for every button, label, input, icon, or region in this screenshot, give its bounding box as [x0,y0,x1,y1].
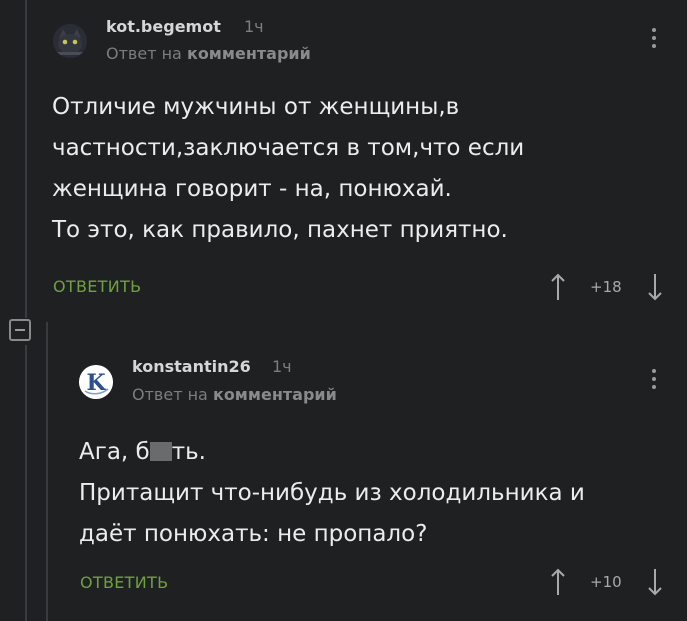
comment-text-line: Отличие мужчины от женщины,в [52,94,460,120]
comment-text-line: Притащит что-нибудь из холодильника и [79,480,585,506]
censored-block [149,442,172,461]
comment-author[interactable]: kot.begemot [106,17,221,36]
comment-rating: +10 [590,573,622,591]
reply-to-line[interactable]: Ответ на комментарий [132,385,337,404]
comment-time: 1ч [244,17,264,36]
comment-rating: +18 [590,278,622,296]
reply-to-line[interactable]: Ответ на комментарий [106,44,311,63]
comment-text-line: даёт понюхать: не пропало? [79,521,428,547]
reply-to-prefix: Ответ на [132,385,208,404]
collapse-thread-button[interactable] [9,319,31,341]
reply-to-prefix: Ответ на [106,44,182,63]
more-options-icon[interactable] [650,28,658,54]
more-options-icon[interactable] [650,369,658,395]
comment-time: 1ч [272,357,292,376]
comment-text-line: женщина говорит - на, понюхай. [52,176,452,202]
downvote-arrow-icon[interactable] [647,272,663,302]
comment-text-line: То это, как правило, пахнет приятно. [52,217,508,243]
reply-button[interactable]: ОТВЕТИТЬ [53,277,141,296]
reply-to-target: комментарий [186,44,311,63]
k-logo-avatar-icon[interactable]: K [79,365,113,399]
upvote-arrow-icon[interactable] [550,272,566,302]
reply-to-target: комментарий [212,385,337,404]
comment-text-line: частности,заключается в том,что если [52,135,525,161]
comment-text-part: ть. [171,439,206,465]
thread-line [25,0,27,318]
cat-avatar-icon[interactable] [53,24,87,58]
thread-line [25,345,27,621]
thread-line-nested [46,322,48,621]
reply-button[interactable]: ОТВЕТИТЬ [80,573,168,592]
comment-author[interactable]: konstantin26 [132,357,251,376]
comment-text-part: Ага, б [79,439,150,465]
downvote-arrow-icon[interactable] [647,567,663,597]
upvote-arrow-icon[interactable] [550,567,566,597]
comment-text-line: Ага, б ть. [79,432,206,473]
